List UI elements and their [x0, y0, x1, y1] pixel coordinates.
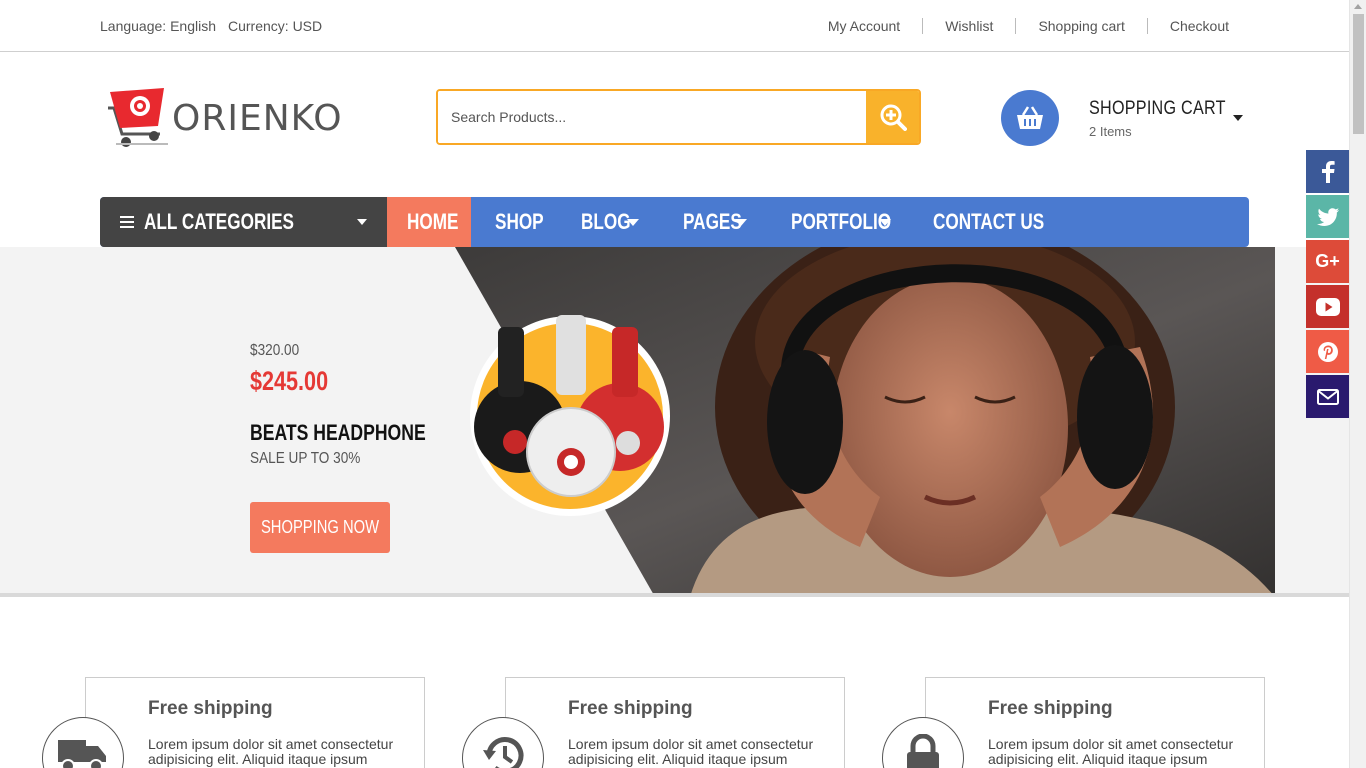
checkout-link[interactable]: Checkout: [1146, 18, 1229, 34]
lock-icon: [907, 734, 939, 768]
cart-dropdown-icon[interactable]: [1233, 115, 1243, 121]
page-scrollbar[interactable]: [1349, 0, 1366, 768]
cart-title[interactable]: SHOPPING CART: [1089, 98, 1226, 120]
basket-icon: [1017, 106, 1043, 129]
social-sidebar: G+: [1306, 150, 1349, 420]
feature-text: Lorem ipsum dolor sit amet consectetur a…: [148, 736, 394, 767]
nav-item-label: PORTFOLIO: [791, 209, 892, 234]
search-button[interactable]: [866, 91, 919, 143]
hero-image: [455, 247, 1349, 597]
nav-item-label: PAGES: [683, 209, 742, 234]
main-navigation: ALL CATEGORIES HOME SHOP BLOG PAGES PORT…: [100, 197, 1249, 247]
nav-item-pages[interactable]: PAGES: [659, 197, 767, 247]
feature-title: Free shipping: [988, 698, 1113, 719]
facebook-icon[interactable]: [1306, 150, 1349, 193]
hamburger-icon: [120, 216, 134, 228]
nav-item-contact-us[interactable]: CONTACT US: [911, 197, 1051, 247]
all-categories-menu[interactable]: ALL CATEGORIES: [100, 197, 387, 247]
currency-selector[interactable]: Currency: USD: [228, 18, 322, 34]
feature-icon-circle: [882, 717, 964, 768]
wishlist-link[interactable]: Wishlist: [922, 18, 1015, 34]
sale-price: $245.00: [250, 366, 329, 396]
hero-divider: [0, 593, 1349, 597]
nav-item-label: BLOG: [581, 209, 631, 234]
shopping-cart-link[interactable]: Shopping cart: [1015, 18, 1146, 34]
feature-icon-circle: [42, 717, 124, 768]
nav-menu: HOME SHOP BLOG PAGES PORTFOLIO CONTACT U…: [387, 197, 1051, 247]
history-icon: [483, 737, 524, 768]
feature-text: Lorem ipsum dolor sit amet consectetur a…: [988, 736, 1234, 767]
cart-item-count: 2 Items: [1089, 124, 1132, 139]
twitter-icon[interactable]: [1306, 195, 1349, 238]
site-logo[interactable]: ORIENKO: [106, 86, 366, 150]
chevron-down-icon: [879, 219, 891, 226]
feature-icon-circle: [462, 717, 544, 768]
feature-box: Free shipping Lorem ipsum dolor sit amet…: [42, 677, 425, 768]
my-account-link[interactable]: My Account: [806, 18, 922, 34]
cart-button[interactable]: [1001, 90, 1059, 146]
nav-item-blog[interactable]: BLOG: [557, 197, 659, 247]
top-bar: Language: English Currency: USD My Accou…: [0, 0, 1349, 52]
chevron-down-icon: [735, 219, 747, 226]
nav-item-label: SHOP: [495, 209, 544, 234]
scrollbar-thumb[interactable]: [1353, 14, 1364, 134]
all-categories-label: ALL CATEGORIES: [144, 209, 295, 234]
hero-banner: [0, 247, 1349, 597]
mail-icon[interactable]: [1306, 375, 1349, 418]
scroll-up-arrow[interactable]: [1354, 4, 1362, 9]
sale-text: SALE UP TO 30%: [250, 450, 361, 467]
truck-icon: [58, 740, 106, 768]
feature-title: Free shipping: [568, 698, 693, 719]
account-links: My Account Wishlist Shopping cart Checko…: [806, 18, 1229, 34]
language-selector[interactable]: Language: English: [100, 18, 216, 34]
youtube-icon[interactable]: [1306, 285, 1349, 328]
search-icon: [880, 104, 907, 131]
nav-item-portfolio[interactable]: PORTFOLIO: [767, 197, 911, 247]
product-name: BEATS HEADPHONE: [250, 420, 426, 445]
shopping-now-button[interactable]: SHOPPING NOW: [250, 502, 390, 553]
logo-text: ORIENKO: [172, 98, 343, 139]
feature-text: Lorem ipsum dolor sit amet consectetur a…: [568, 736, 814, 767]
nav-item-shop[interactable]: SHOP: [471, 197, 557, 247]
pinterest-icon[interactable]: [1306, 330, 1349, 373]
chevron-down-icon: [357, 219, 367, 225]
google-plus-icon[interactable]: G+: [1306, 240, 1349, 283]
nav-item-home[interactable]: HOME: [387, 197, 471, 247]
feature-box: Free shipping Lorem ipsum dolor sit amet…: [462, 677, 845, 768]
search-input[interactable]: [438, 91, 868, 143]
chevron-down-icon: [627, 219, 639, 226]
old-price: $320.00: [250, 342, 300, 359]
cart-logo-icon: [108, 88, 168, 147]
nav-item-label: CONTACT US: [933, 209, 1045, 234]
feature-title: Free shipping: [148, 698, 273, 719]
feature-box: Free shipping Lorem ipsum dolor sit amet…: [882, 677, 1265, 768]
shopping-now-label: SHOPPING NOW: [260, 517, 380, 537]
search-bar: [436, 89, 921, 145]
nav-item-label: HOME: [407, 209, 459, 234]
